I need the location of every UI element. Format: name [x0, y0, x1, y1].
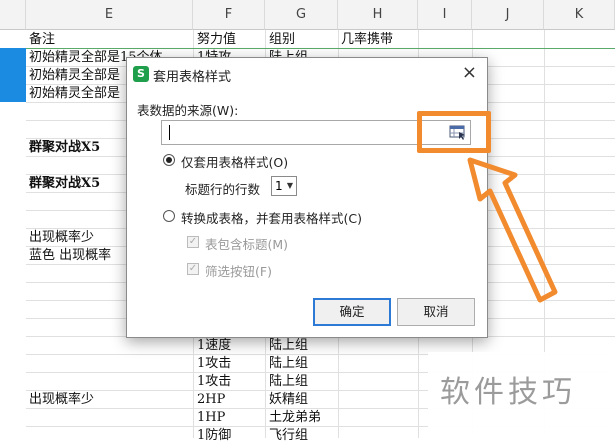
- watermark-text: 软件技巧: [440, 375, 576, 410]
